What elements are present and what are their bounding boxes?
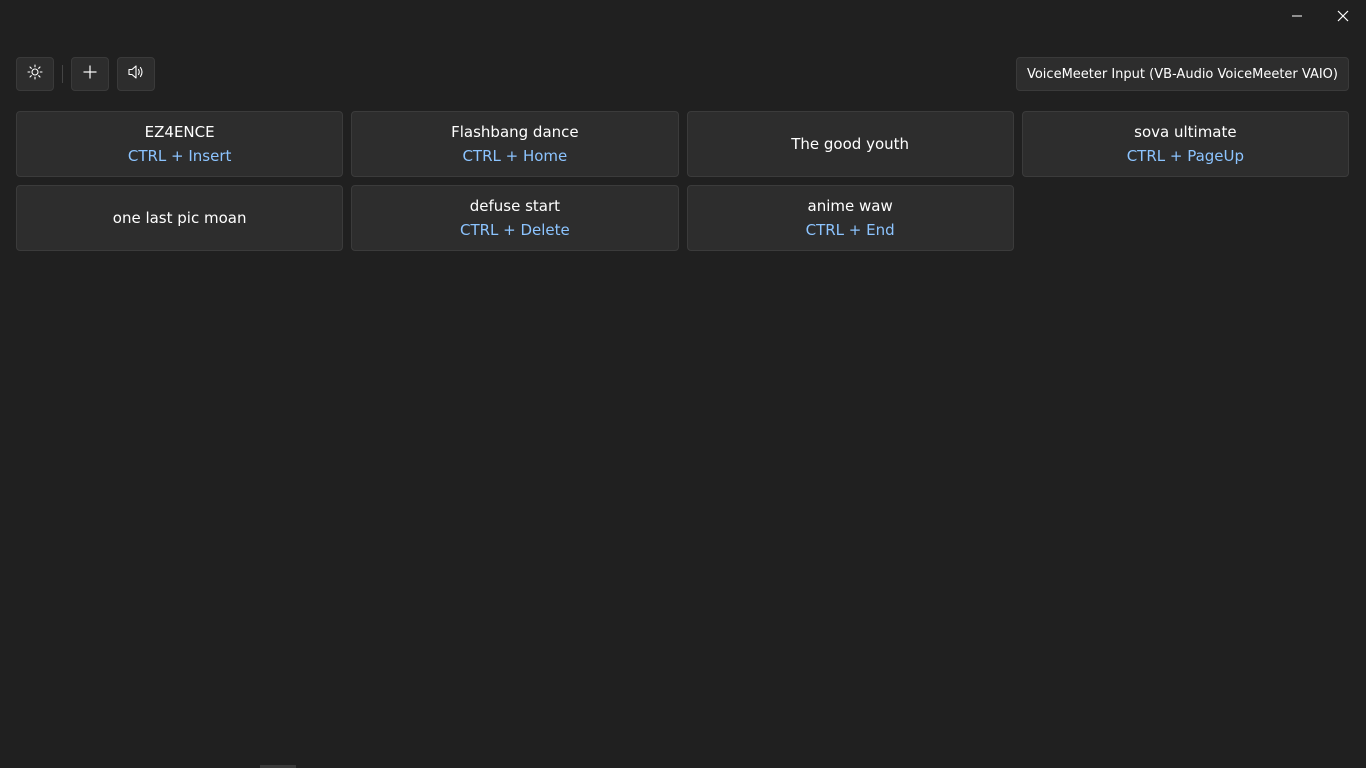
- toolbar-divider: [62, 65, 63, 83]
- sound-hotkey: CTRL + Insert: [127, 147, 232, 165]
- sound-button[interactable]: one last pic moan: [16, 185, 344, 251]
- sound-button[interactable]: sova ultimate CTRL + PageUp: [1021, 111, 1349, 177]
- close-icon: [1337, 10, 1349, 22]
- settings-button[interactable]: [16, 57, 54, 91]
- sound-name: defuse start: [469, 197, 561, 215]
- output-device-select[interactable]: VoiceMeeter Input (VB-Audio VoiceMeeter …: [1015, 57, 1349, 91]
- sound-button[interactable]: anime waw CTRL + End: [686, 185, 1014, 251]
- sun-settings-icon: [27, 64, 43, 84]
- close-button[interactable]: [1320, 0, 1366, 32]
- app-window: VoiceMeeter Input (VB-Audio VoiceMeeter …: [0, 0, 1366, 768]
- sound-name: The good youth: [791, 135, 910, 153]
- sound-hotkey: CTRL + Home: [462, 147, 568, 165]
- add-sound-button[interactable]: [71, 57, 109, 91]
- sound-button[interactable]: defuse start CTRL + Delete: [351, 185, 679, 251]
- sound-name: one last pic moan: [112, 209, 247, 227]
- output-device-label: VoiceMeeter Input (VB-Audio VoiceMeeter …: [1026, 66, 1338, 82]
- sound-button[interactable]: The good youth: [686, 111, 1014, 177]
- sound-hotkey: CTRL + Delete: [459, 221, 570, 239]
- minimize-button[interactable]: [1274, 0, 1320, 32]
- sound-hotkey: CTRL + End: [805, 221, 895, 239]
- speaker-icon: [127, 64, 145, 84]
- toolbar: VoiceMeeter Input (VB-Audio VoiceMeeter …: [16, 57, 1349, 91]
- title-bar-controls: [1274, 0, 1366, 32]
- sound-name: sova ultimate: [1134, 123, 1237, 141]
- sound-grid: EZ4ENCE CTRL + Insert Flashbang dance CT…: [16, 111, 1349, 251]
- volume-button[interactable]: [117, 57, 155, 91]
- sound-name: Flashbang dance: [451, 123, 579, 141]
- sound-name: EZ4ENCE: [144, 123, 215, 141]
- sound-name: anime waw: [807, 197, 893, 215]
- plus-icon: [82, 64, 98, 84]
- sound-hotkey: CTRL + PageUp: [1126, 147, 1245, 165]
- sound-button[interactable]: EZ4ENCE CTRL + Insert: [16, 111, 344, 177]
- sound-button[interactable]: Flashbang dance CTRL + Home: [351, 111, 679, 177]
- minimize-icon: [1291, 10, 1303, 22]
